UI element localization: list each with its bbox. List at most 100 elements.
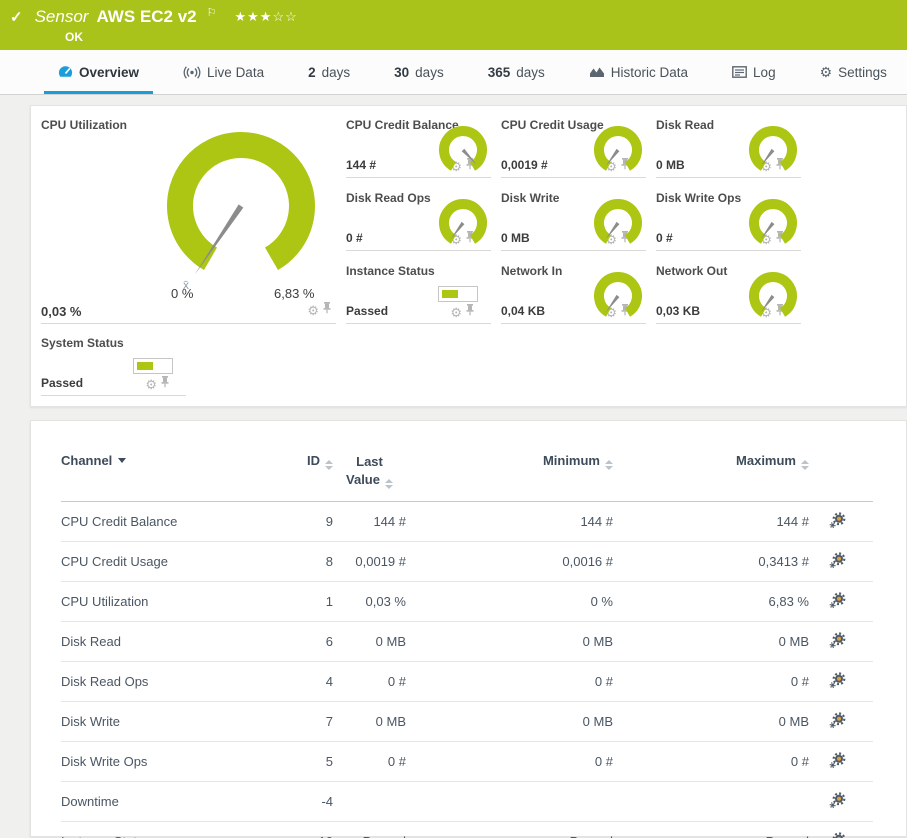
channel-settings-gear-icon[interactable] bbox=[829, 631, 847, 652]
tab-overview[interactable]: Overview bbox=[43, 50, 154, 94]
gauge-max-label: 6,83 % bbox=[274, 286, 315, 301]
tab-number: 2 bbox=[308, 64, 316, 80]
tile-value: 144 # bbox=[346, 158, 377, 172]
id-cell: 9 bbox=[251, 501, 333, 543]
channel-settings-gear-icon[interactable] bbox=[829, 791, 847, 812]
maximum-cell: 144 # bbox=[613, 501, 809, 543]
id-cell: 7 bbox=[251, 701, 333, 743]
tab-label: Settings bbox=[838, 64, 887, 80]
tab-historic-data[interactable]: Historic Data bbox=[589, 50, 688, 94]
channel-settings-gear-icon[interactable] bbox=[829, 831, 847, 838]
priority-stars[interactable]: ★★★☆☆ bbox=[234, 9, 297, 25]
column-header-id[interactable]: ID bbox=[251, 439, 333, 503]
channel-cell: Disk Write bbox=[61, 701, 251, 743]
minimum-cell: 144 # bbox=[406, 501, 613, 543]
tile-cpu-credit-usage[interactable]: CPU Credit Usage 0,0019 # ⚙ bbox=[501, 114, 646, 178]
tab-2-days[interactable]: 2 days bbox=[308, 50, 350, 94]
channel-cell: Instance Status bbox=[61, 821, 251, 838]
tile-value: 0 # bbox=[346, 231, 363, 245]
mini-gauge bbox=[594, 199, 642, 244]
tab-log[interactable]: Log bbox=[732, 50, 776, 94]
tile-instance-status[interactable]: Instance Status Passed ⚙ bbox=[346, 260, 491, 324]
status-check-icon: ✓ bbox=[10, 9, 23, 26]
tile-system-status[interactable]: System Status Passed ⚙ bbox=[41, 332, 186, 396]
mini-gauge bbox=[594, 272, 642, 317]
tile-value: 0,03 KB bbox=[656, 304, 701, 318]
last-value-cell: 0,03 % bbox=[333, 581, 406, 623]
channel-table-body: CPU Credit Balance 9 144 # 144 # 144 # C… bbox=[61, 501, 873, 838]
tile-gear-icon[interactable]: ⚙ bbox=[450, 306, 462, 319]
tab-30-days[interactable]: 30 days bbox=[394, 50, 444, 94]
tile-network-out[interactable]: Network Out 0,03 KB ⚙ bbox=[656, 260, 801, 324]
tile-pin-icon[interactable] bbox=[322, 301, 332, 319]
tile-pin-icon[interactable] bbox=[465, 303, 475, 321]
tile-gear-icon[interactable]: ⚙ bbox=[307, 304, 319, 317]
table-row: Disk Read Ops 4 0 # 0 # 0 # bbox=[61, 661, 873, 703]
tile-value: 0 MB bbox=[656, 158, 685, 172]
last-value-cell: 0 # bbox=[333, 741, 406, 783]
tile-value: 0,03 % bbox=[41, 304, 82, 319]
tile-pin-icon[interactable] bbox=[160, 375, 170, 393]
tab-365-days[interactable]: 365 days bbox=[488, 50, 545, 94]
mini-gauge bbox=[594, 126, 642, 171]
channel-settings-gear-icon[interactable] bbox=[829, 751, 847, 772]
column-header-maximum[interactable]: Maximum bbox=[613, 439, 809, 503]
sort-arrows-icon bbox=[605, 460, 613, 470]
table-row: Downtime -4 bbox=[61, 781, 873, 823]
tile-disk-read-ops[interactable]: Disk Read Ops 0 # ⚙ bbox=[346, 187, 491, 251]
mini-gauge bbox=[749, 199, 797, 244]
id-cell: 5 bbox=[251, 741, 333, 783]
last-value-cell: 0 # bbox=[333, 661, 406, 703]
tab-label: days bbox=[321, 64, 351, 80]
tab-live-data[interactable]: Live Data bbox=[183, 50, 264, 94]
maximum-cell: 0,3413 # bbox=[613, 541, 809, 583]
tile-disk-read[interactable]: Disk Read 0 MB ⚙ bbox=[656, 114, 801, 178]
maximum-cell: 6,83 % bbox=[613, 581, 809, 623]
table-row: Instance Status 10 Passed Passed Passed bbox=[61, 821, 873, 838]
tile-disk-write[interactable]: Disk Write 0 MB ⚙ bbox=[501, 187, 646, 251]
log-icon bbox=[732, 66, 747, 78]
channel-cell: CPU Utilization bbox=[61, 581, 251, 623]
tile-value: Passed bbox=[41, 376, 84, 390]
tile-title: System Status bbox=[41, 336, 124, 350]
tile-cpu-utilization[interactable]: CPU Utilization x̄ 0 % 6,83 % 0,03 % ⚙ bbox=[41, 114, 336, 324]
object-type-label: Sensor bbox=[34, 7, 89, 26]
channel-cell: CPU Credit Balance bbox=[61, 501, 251, 543]
tile-disk-write-ops[interactable]: Disk Write Ops 0 # ⚙ bbox=[656, 187, 801, 251]
tab-settings[interactable]: ⚙ Settings bbox=[820, 50, 887, 94]
status-bar-widget bbox=[133, 358, 173, 374]
channel-cell: CPU Credit Usage bbox=[61, 541, 251, 583]
maximum-cell: 0 MB bbox=[613, 621, 809, 663]
channel-settings-gear-icon[interactable] bbox=[829, 711, 847, 732]
id-cell: 10 bbox=[251, 821, 333, 838]
tile-value: 0,0019 # bbox=[501, 158, 548, 172]
minimum-cell: 0 MB bbox=[406, 621, 613, 663]
channel-settings-gear-icon[interactable] bbox=[829, 671, 847, 692]
channel-table-panel: Channel ID Last Value Minimum Maximum CP… bbox=[30, 420, 907, 838]
tile-network-in[interactable]: Network In 0,04 KB ⚙ bbox=[501, 260, 646, 324]
column-header-minimum[interactable]: Minimum bbox=[406, 439, 613, 503]
tile-title: Disk Write bbox=[501, 191, 560, 205]
column-header-last-value[interactable]: Last Value bbox=[333, 439, 406, 503]
maximum-cell: 0 # bbox=[613, 741, 809, 783]
tab-number: 30 bbox=[394, 64, 410, 80]
column-header-channel[interactable]: Channel bbox=[61, 439, 251, 503]
tile-gear-icon[interactable]: ⚙ bbox=[145, 378, 157, 391]
tile-cpu-credit-balance[interactable]: CPU Credit Balance 144 # ⚙ bbox=[346, 114, 491, 178]
priority-flag-icon[interactable]: ⚐ bbox=[207, 6, 217, 19]
gauge-icon bbox=[58, 65, 73, 80]
chart-icon bbox=[589, 66, 605, 78]
gauges-panel: CPU Utilization x̄ 0 % 6,83 % 0,03 % ⚙ S… bbox=[30, 105, 907, 407]
tab-label: days bbox=[415, 64, 444, 80]
tile-title: Network In bbox=[501, 264, 563, 278]
last-value-cell: Passed bbox=[333, 821, 406, 838]
sort-arrows-icon bbox=[325, 460, 333, 470]
tab-number: 365 bbox=[487, 64, 511, 80]
table-row: CPU Credit Balance 9 144 # 144 # 144 # bbox=[61, 501, 873, 543]
channel-cell: Disk Read bbox=[61, 621, 251, 663]
channel-settings-gear-icon[interactable] bbox=[829, 591, 847, 612]
tile-title: CPU Credit Usage bbox=[501, 118, 604, 132]
channel-settings-gear-icon[interactable] bbox=[829, 511, 847, 532]
tab-label: Log bbox=[753, 64, 776, 80]
channel-settings-gear-icon[interactable] bbox=[829, 551, 847, 572]
